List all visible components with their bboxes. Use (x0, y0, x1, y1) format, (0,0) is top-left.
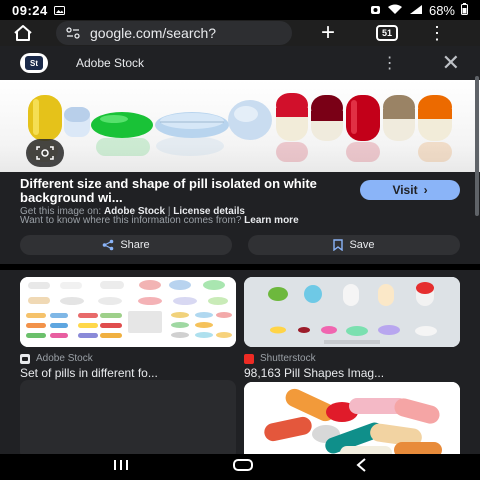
more-options-icon[interactable]: ⋮ (382, 53, 398, 73)
result-caption[interactable]: Set of pills in different fo... (20, 366, 236, 380)
visit-label: Visit (392, 183, 418, 197)
adobe-stock-logo: St (20, 53, 48, 73)
save-button[interactable]: Save (248, 235, 460, 255)
system-nav-bar (0, 454, 480, 480)
info-source-line: Want to know where this information come… (20, 215, 299, 226)
share-icon (103, 239, 114, 251)
scrollbar[interactable] (475, 76, 479, 216)
url-text: google.com/search? (90, 25, 217, 41)
lens-search-button[interactable] (26, 139, 64, 167)
visit-button[interactable]: Visit › (360, 180, 460, 200)
address-bar[interactable]: google.com/search? (56, 21, 292, 45)
share-label: Share (120, 239, 150, 251)
image-info-panel: Different size and shape of pill isolate… (0, 172, 480, 264)
battery-percent: 68% (428, 2, 455, 18)
source-name: Adobe Stock (76, 56, 145, 70)
wifi-icon (387, 3, 403, 18)
recent-apps-icon[interactable] (111, 458, 131, 477)
home-icon[interactable] (8, 24, 38, 42)
result-thumbnail[interactable] (20, 277, 236, 347)
adobe-stock-favicon (20, 353, 30, 364)
signal-icon (409, 3, 423, 18)
result-thumbnail-loading[interactable] (20, 380, 236, 454)
bookmark-icon (333, 239, 344, 251)
gallery-notification-icon (53, 3, 65, 18)
learn-more-link[interactable]: Learn more (244, 215, 298, 226)
save-label: Save (349, 239, 375, 251)
result-thumbnail[interactable] (244, 382, 460, 454)
result-card[interactable]: Adobe Stock Set of pills in different fo… (20, 277, 236, 387)
battery-icon (461, 2, 468, 18)
close-icon[interactable]: ✕ (442, 52, 460, 74)
result-source: Shutterstock (244, 353, 316, 364)
result-source: Adobe Stock (20, 353, 93, 364)
preview-image[interactable] (0, 80, 480, 172)
related-results: Adobe Stock Set of pills in different fo… (0, 270, 480, 454)
back-icon[interactable] (355, 457, 369, 477)
status-time: 09:24 (12, 2, 48, 18)
browser-menu-icon[interactable]: ⋮ (428, 23, 446, 44)
image-panel-header: St Adobe Stock ⋮ ✕ (0, 46, 480, 80)
result-thumbnail[interactable] (244, 277, 460, 347)
tab-switcher-button[interactable]: 51 (376, 25, 398, 41)
result-caption[interactable]: 98,163 Pill Shapes Imag... (244, 366, 460, 380)
share-button[interactable]: Share (20, 235, 232, 255)
new-tab-icon[interactable]: + (318, 21, 338, 45)
home-nav-icon[interactable] (232, 458, 254, 477)
status-bar: 09:24 68% (0, 0, 480, 20)
result-card[interactable]: Shutterstock 98,163 Pill Shapes Imag... (244, 277, 460, 387)
alarm-icon (370, 3, 381, 18)
site-settings-icon[interactable] (66, 27, 80, 39)
chevron-right-icon: › (423, 183, 428, 197)
image-title[interactable]: Different size and shape of pill isolate… (20, 177, 340, 205)
lens-icon (36, 146, 54, 160)
shutterstock-favicon (244, 353, 254, 364)
browser-toolbar: google.com/search? + 51 ⋮ (0, 20, 480, 46)
